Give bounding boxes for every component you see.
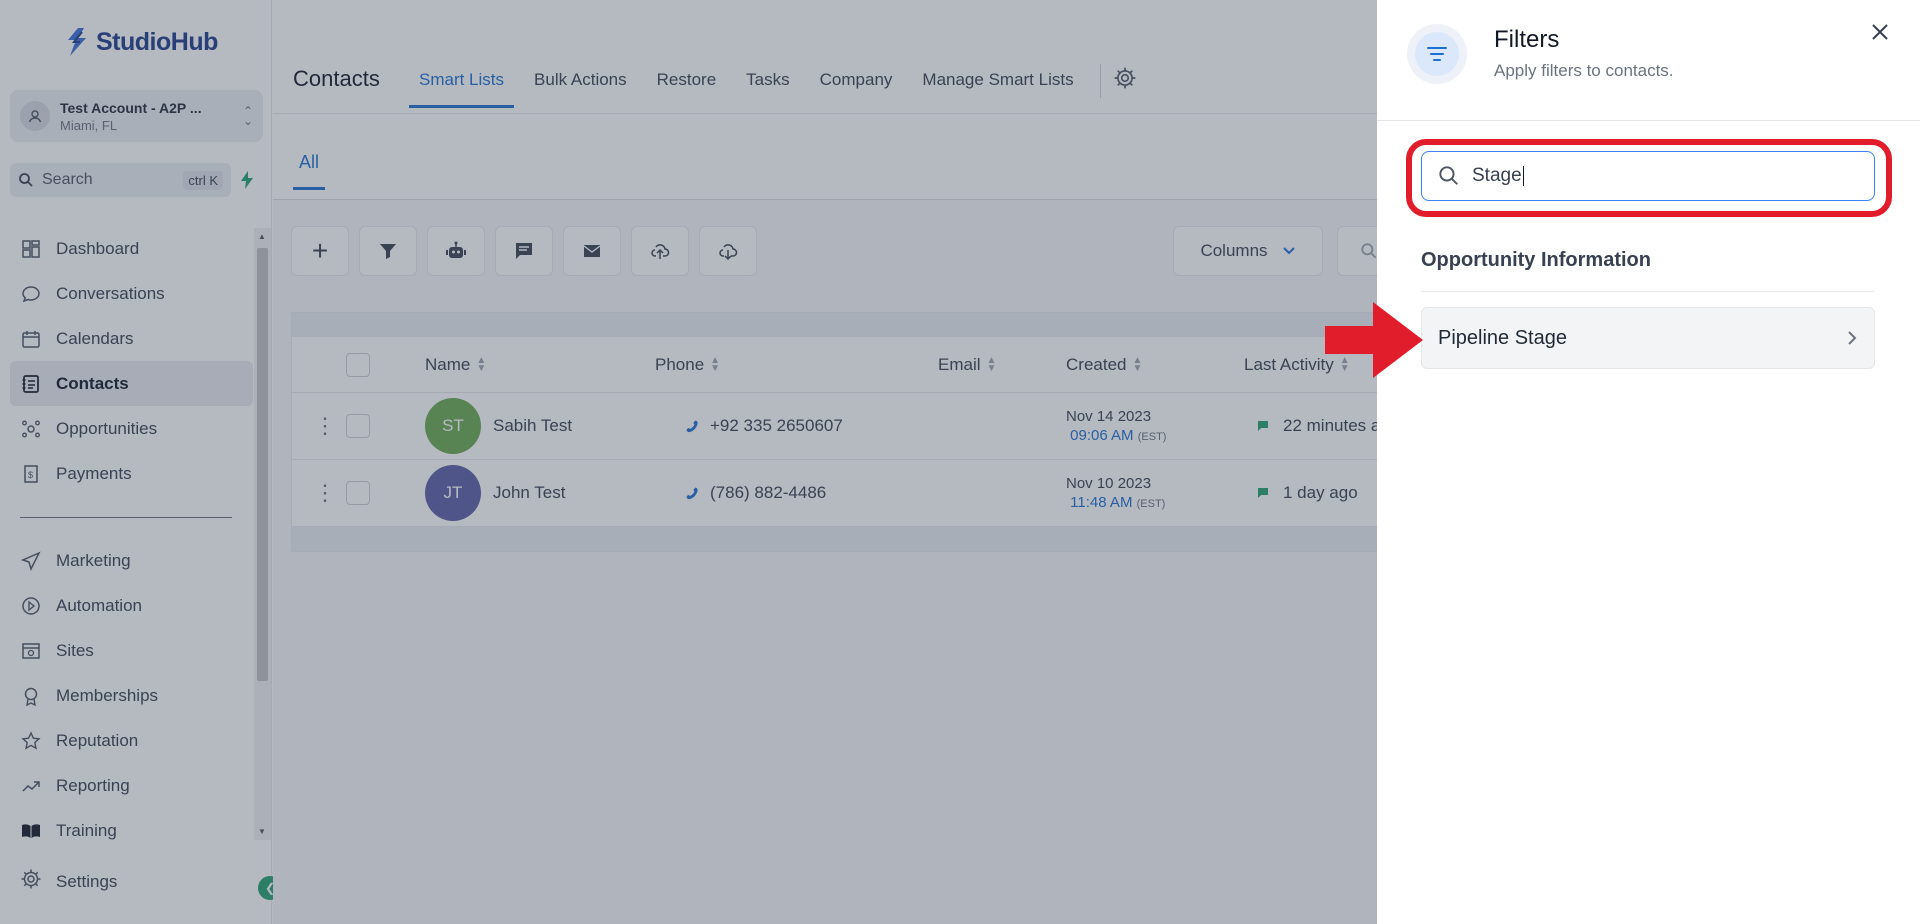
search-icon bbox=[1439, 166, 1458, 185]
filters-header: Filters Apply filters to contacts. bbox=[1377, 0, 1920, 121]
filter-option-pipeline-stage[interactable]: Pipeline Stage bbox=[1421, 307, 1875, 369]
filter-option-label: Pipeline Stage bbox=[1438, 326, 1567, 349]
filter-search-input[interactable]: Stage bbox=[1421, 151, 1875, 201]
chevron-right-icon bbox=[1848, 331, 1857, 345]
modal-backdrop[interactable] bbox=[0, 0, 1377, 924]
arrow-annotation-icon bbox=[1325, 302, 1423, 378]
filters-subtitle: Apply filters to contacts. bbox=[1494, 61, 1674, 80]
filters-title: Filters bbox=[1494, 26, 1560, 53]
filters-panel: Filters Apply filters to contacts. Stage… bbox=[1377, 0, 1920, 924]
text-caret bbox=[1522, 166, 1524, 186]
filter-section-title: Opportunity Information bbox=[1421, 249, 1651, 271]
filter-lines-icon bbox=[1427, 47, 1447, 61]
section-divider bbox=[1421, 291, 1874, 292]
filters-badge bbox=[1407, 24, 1467, 84]
filter-search-value: Stage bbox=[1472, 165, 1522, 186]
close-icon[interactable] bbox=[1868, 20, 1892, 44]
